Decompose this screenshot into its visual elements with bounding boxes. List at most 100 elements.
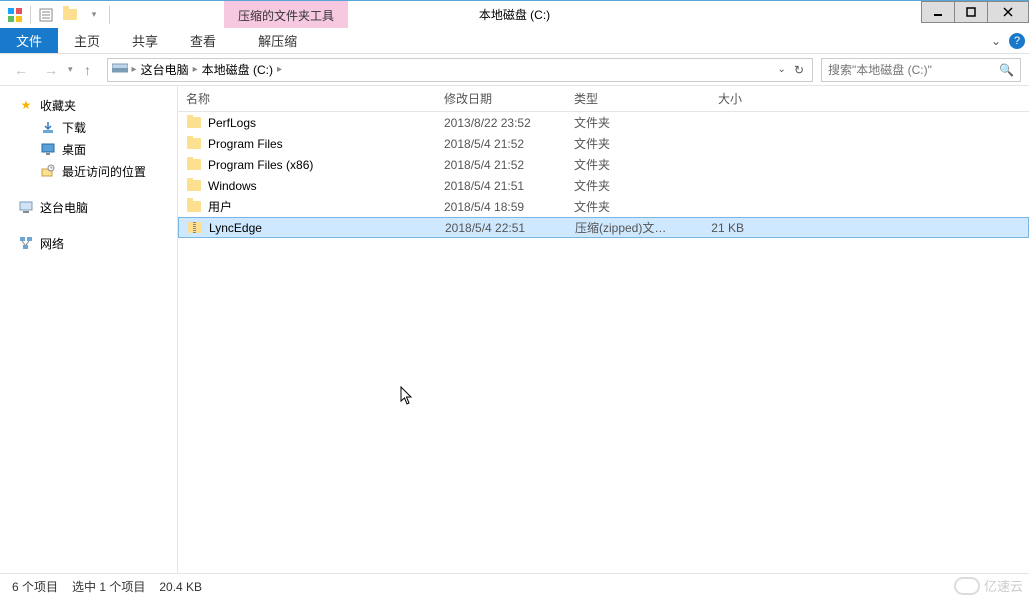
watermark-logo-icon	[954, 577, 980, 595]
download-icon	[40, 119, 56, 135]
chevron-right-icon[interactable]: ▸	[193, 64, 198, 75]
file-name: Program Files (x86)	[208, 158, 313, 172]
address-bar[interactable]: ▸ 这台电脑 ▸ 本地磁盘 (C:) ▸ ⌄ ↻	[107, 58, 813, 82]
col-date[interactable]: 修改日期	[436, 90, 566, 107]
file-date: 2018/5/4 22:51	[437, 221, 567, 235]
window-title: 本地磁盘 (C:)	[479, 6, 550, 23]
desktop-icon	[40, 141, 56, 157]
file-row[interactable]: Windows 2018/5/4 21:51文件夹	[178, 175, 1029, 196]
computer-icon	[18, 199, 34, 215]
tree-downloads[interactable]: 下载	[0, 116, 177, 138]
qat-dropdown-icon[interactable]: ▾	[83, 4, 105, 26]
history-dropdown-icon[interactable]: ▾	[68, 64, 73, 75]
file-row[interactable]: 用户 2018/5/4 18:59文件夹	[178, 196, 1029, 217]
file-date: 2018/5/4 21:51	[436, 179, 566, 193]
maximize-button[interactable]	[954, 1, 988, 23]
star-icon: ★	[18, 97, 34, 113]
file-row[interactable]: Program Files 2018/5/4 21:52文件夹	[178, 133, 1029, 154]
cursor-icon	[400, 386, 414, 411]
file-row[interactable]: PerfLogs 2013/8/22 23:52文件夹	[178, 112, 1029, 133]
tab-share[interactable]: 共享	[116, 28, 174, 53]
tab-extract[interactable]: 解压缩	[242, 28, 313, 53]
search-box[interactable]: 🔍	[821, 58, 1021, 82]
tree-label: 最近访问的位置	[62, 163, 146, 180]
tree-label: 下载	[62, 119, 86, 136]
ribbon-tabs: 文件 主页 共享 查看 解压缩 ⌄ ?	[0, 28, 1029, 54]
close-button[interactable]	[987, 1, 1029, 23]
file-date: 2018/5/4 21:52	[436, 137, 566, 151]
nav-toolbar: ← → ▾ ↑ ▸ 这台电脑 ▸ 本地磁盘 (C:) ▸ ⌄ ↻ 🔍	[0, 54, 1029, 86]
explorer-icon[interactable]	[4, 4, 26, 26]
properties-icon[interactable]	[35, 4, 57, 26]
col-size[interactable]: 大小	[681, 90, 751, 107]
folder-icon	[186, 199, 202, 215]
watermark: 亿速云	[954, 576, 1023, 595]
tree-network[interactable]: 网络	[0, 232, 177, 254]
file-name: PerfLogs	[208, 116, 256, 130]
file-tab[interactable]: 文件	[0, 28, 58, 53]
col-name[interactable]: 名称	[178, 90, 436, 107]
drive-icon	[112, 62, 128, 77]
tree-recent[interactable]: 最近访问的位置	[0, 160, 177, 182]
folder-icon	[186, 157, 202, 173]
tree-label: 网络	[40, 235, 64, 252]
file-name: 用户	[208, 198, 232, 215]
status-selection: 选中 1 个项目	[72, 578, 145, 595]
tree-label: 收藏夹	[40, 97, 76, 114]
tree-label: 桌面	[62, 141, 86, 158]
status-size: 20.4 KB	[159, 580, 202, 594]
file-type: 文件夹	[566, 156, 681, 173]
tab-view[interactable]: 查看	[174, 28, 232, 53]
contextual-tab-header: 压缩的文件夹工具	[224, 1, 348, 29]
status-item-count: 6 个项目	[12, 578, 58, 595]
tree-favorites[interactable]: ★ 收藏夹	[0, 94, 177, 116]
up-button[interactable]: ↑	[77, 59, 99, 81]
col-type[interactable]: 类型	[566, 90, 681, 107]
file-name: LyncEdge	[209, 221, 262, 235]
tree-label: 这台电脑	[40, 199, 88, 216]
file-date: 2018/5/4 21:52	[436, 158, 566, 172]
recent-icon	[40, 163, 56, 179]
navigation-pane: ★ 收藏夹 下载 桌面 最近访问的位置 这台电脑 网络	[0, 86, 178, 573]
file-size: 21 KB	[682, 221, 752, 235]
file-type: 压缩(zipped)文件...	[567, 219, 682, 236]
file-date: 2018/5/4 18:59	[436, 200, 566, 214]
address-dropdown-icon[interactable]: ⌄	[778, 64, 786, 75]
search-icon[interactable]: 🔍	[999, 63, 1014, 77]
tree-desktop[interactable]: 桌面	[0, 138, 177, 160]
back-button[interactable]: ←	[8, 57, 34, 83]
file-name: Program Files	[208, 137, 283, 151]
chevron-right-icon[interactable]: ▸	[132, 64, 137, 75]
file-type: 文件夹	[566, 198, 681, 215]
folder-icon	[186, 115, 202, 131]
file-date: 2013/8/22 23:52	[436, 116, 566, 130]
file-type: 文件夹	[566, 177, 681, 194]
file-type: 文件夹	[566, 114, 681, 131]
ribbon-expand-icon[interactable]: ⌄	[991, 34, 1001, 48]
refresh-icon[interactable]: ↻	[794, 63, 804, 77]
new-folder-icon[interactable]	[59, 4, 81, 26]
folder-icon	[186, 178, 202, 194]
zip-icon	[187, 220, 203, 236]
file-row[interactable]: Program Files (x86) 2018/5/4 21:52文件夹	[178, 154, 1029, 175]
minimize-button[interactable]	[921, 1, 955, 23]
file-list: 名称 修改日期 类型 大小 PerfLogs2013/8/22 23:52文件夹…	[178, 86, 1029, 573]
folder-icon	[186, 136, 202, 152]
chevron-right-icon[interactable]: ▸	[277, 64, 282, 75]
title-bar: ▾ 压缩的文件夹工具 本地磁盘 (C:)	[0, 0, 1029, 28]
file-name: Windows	[208, 179, 257, 193]
status-bar: 6 个项目 选中 1 个项目 20.4 KB	[0, 573, 1029, 599]
breadcrumb-item[interactable]: 本地磁盘 (C:)	[202, 61, 273, 78]
search-input[interactable]	[828, 63, 999, 77]
window-controls	[922, 1, 1029, 23]
tree-this-pc[interactable]: 这台电脑	[0, 196, 177, 218]
network-icon	[18, 235, 34, 251]
quick-access-toolbar: ▾	[0, 4, 112, 26]
help-icon[interactable]: ?	[1009, 33, 1025, 49]
tab-home[interactable]: 主页	[58, 28, 116, 53]
file-type: 文件夹	[566, 135, 681, 152]
file-row[interactable]: LyncEdge 2018/5/4 22:51压缩(zipped)文件...21 …	[178, 217, 1029, 238]
column-headers: 名称 修改日期 类型 大小	[178, 86, 1029, 112]
breadcrumb-item[interactable]: 这台电脑	[141, 61, 189, 78]
forward-button: →	[38, 57, 64, 83]
